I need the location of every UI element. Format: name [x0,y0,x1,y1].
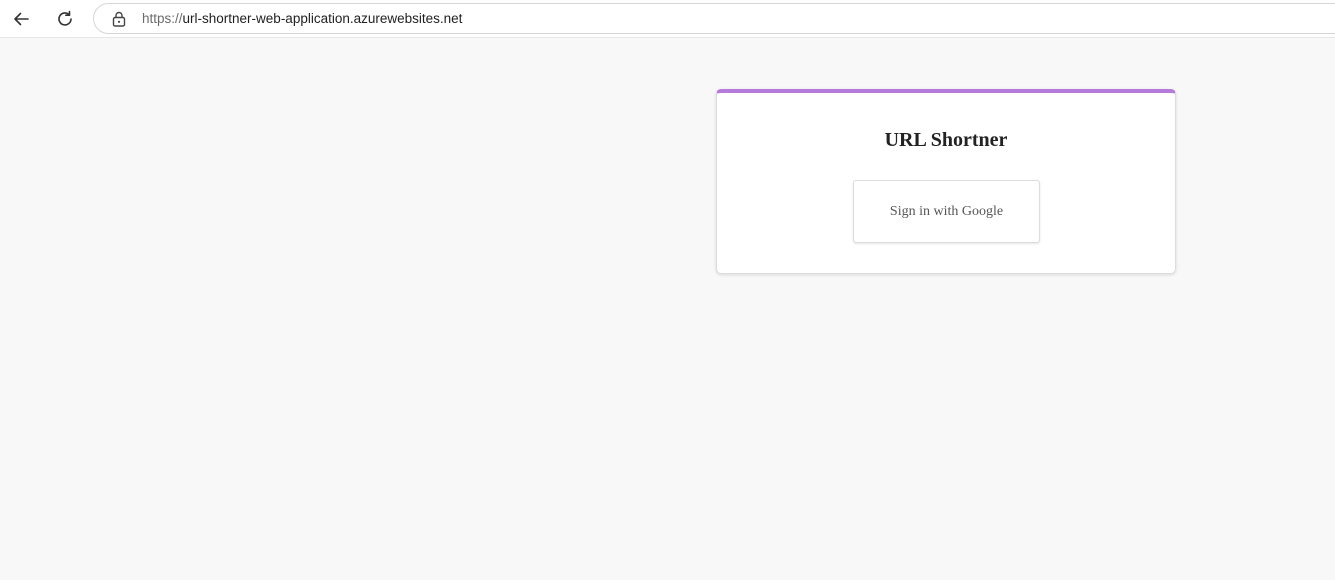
browser-toolbar: https://url-shortner-web-application.azu… [0,0,1335,38]
arrow-left-icon [14,12,29,26]
url-host: url-shortner-web-application.azurewebsit… [182,11,463,26]
url-scheme: https:// [142,11,183,26]
reload-icon [58,10,72,26]
page-content: URL Shortner Sign in with Google [0,39,1335,580]
google-signin-button[interactable]: Sign in with Google [853,180,1040,243]
address-bar[interactable]: https://url-shortner-web-application.azu… [93,3,1335,34]
back-button[interactable] [7,5,35,33]
url-text[interactable]: https://url-shortner-web-application.azu… [142,11,462,26]
reload-button[interactable] [51,5,79,33]
page-title: URL Shortner [884,129,1008,151]
login-card: URL Shortner Sign in with Google [716,89,1176,274]
lock-icon[interactable] [112,11,126,27]
